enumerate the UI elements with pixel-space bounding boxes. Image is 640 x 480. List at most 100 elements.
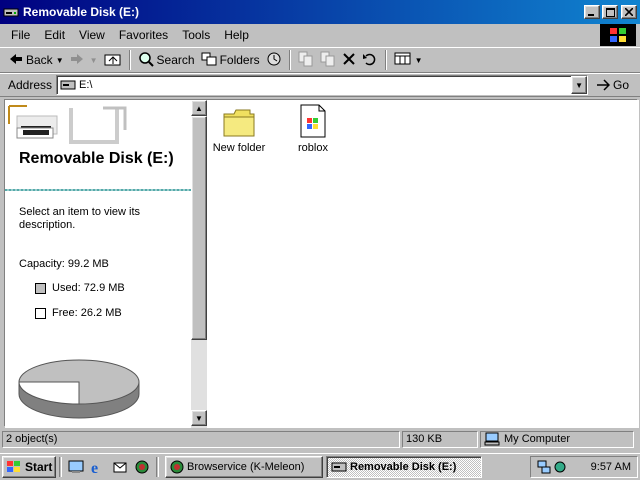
chevron-down-icon: ▼	[575, 80, 583, 90]
zone-label: My Computer	[504, 433, 571, 445]
copy-to-button[interactable]	[317, 49, 339, 71]
menu-tools[interactable]: Tools	[175, 28, 217, 42]
back-arrow-icon	[9, 53, 23, 68]
content-area: Removable Disk (E:) Select an item to vi…	[4, 99, 639, 428]
copy-to-icon	[320, 51, 336, 70]
go-arrow-icon	[596, 79, 611, 91]
used-legend: Used: 72.9 MB	[35, 282, 125, 294]
title-divider	[5, 189, 191, 191]
pane-description: Select an item to view its description.	[19, 206, 141, 231]
network-icon[interactable]	[537, 460, 551, 474]
scroll-up-arrow-icon: ▲	[195, 103, 203, 113]
delete-button[interactable]	[339, 49, 359, 71]
removable-disk-icon	[8, 105, 127, 144]
views-dropdown-icon[interactable]: ▼	[415, 56, 423, 65]
address-label: Address	[8, 78, 53, 92]
task-label: Browservice (K-Meleon)	[187, 461, 305, 473]
free-swatch	[35, 307, 46, 319]
history-icon	[266, 51, 282, 70]
task-label: Removable Disk (E:)	[350, 461, 457, 473]
minimize-button[interactable]	[584, 5, 600, 19]
taskbar: Start e Browservice (K-Meleon) Removable…	[0, 453, 640, 480]
task-browservice[interactable]: Browservice (K-Meleon)	[165, 456, 323, 478]
maximize-icon	[605, 7, 615, 17]
my-computer-icon	[484, 432, 500, 446]
back-label: Back	[26, 53, 53, 67]
info-pane: Removable Disk (E:) Select an item to vi…	[5, 100, 191, 428]
standard-toolbar: Back ▼ ▼ Search Folders ▼	[0, 47, 640, 73]
file-list: New folder roblox	[207, 100, 639, 428]
disk-usage-pie	[18, 359, 140, 419]
forward-button[interactable]: ▼	[67, 49, 101, 71]
menu-view[interactable]: View	[72, 28, 112, 42]
up-folder-button[interactable]	[101, 49, 125, 71]
forward-arrow-icon	[70, 53, 84, 68]
address-value: E:\	[79, 79, 93, 91]
scroll-down-button[interactable]: ▼	[191, 410, 207, 426]
menu-edit[interactable]: Edit	[37, 28, 72, 42]
document-icon	[281, 102, 345, 138]
close-button[interactable]	[621, 5, 637, 19]
scroll-thumb[interactable]	[191, 116, 207, 340]
back-button[interactable]: Back ▼	[6, 49, 67, 71]
svg-text:e: e	[91, 460, 98, 475]
file-name: New folder	[212, 142, 266, 154]
drive-icon	[60, 79, 76, 91]
forward-dropdown-icon[interactable]: ▼	[90, 56, 98, 65]
status-objects: 2 object(s)	[2, 430, 400, 448]
minimize-icon	[588, 14, 594, 16]
status-zone: My Computer	[480, 430, 634, 448]
capacity-text: Capacity: 99.2 MB	[19, 258, 109, 270]
vertical-scrollbar[interactable]: ▲ ▼	[191, 100, 207, 428]
close-icon	[625, 8, 633, 16]
history-button[interactable]	[263, 49, 285, 71]
back-dropdown-icon[interactable]: ▼	[56, 56, 64, 65]
folders-icon	[201, 52, 217, 69]
menu-favorites[interactable]: Favorites	[112, 28, 175, 42]
status-bar: 2 object(s) 130 KB My Computer	[0, 429, 640, 449]
status-size: 130 KB	[402, 430, 478, 448]
clock[interactable]: 9:57 AM	[591, 461, 631, 473]
outlook-express-icon[interactable]	[111, 458, 129, 476]
system-tray: 9:57 AM	[530, 456, 638, 478]
address-field[interactable]: E:\ ▼	[56, 75, 589, 95]
window-title: Removable Disk (E:)	[23, 5, 140, 19]
folders-button[interactable]: Folders	[198, 49, 263, 71]
maximize-button[interactable]	[602, 5, 618, 19]
views-button[interactable]: ▼	[391, 49, 426, 71]
undo-button[interactable]	[359, 49, 381, 71]
file-item-new-folder[interactable]: New folder	[207, 102, 271, 154]
undo-icon	[362, 52, 378, 69]
search-button[interactable]: Search	[135, 49, 198, 71]
file-item-roblox[interactable]: roblox	[281, 102, 345, 154]
browser-quicklaunch-icon[interactable]	[133, 458, 151, 476]
used-swatch	[35, 282, 46, 294]
internet-explorer-icon[interactable]: e	[89, 458, 107, 476]
address-dropdown-button[interactable]: ▼	[571, 76, 588, 94]
free-text: Free: 26.2 MB	[52, 307, 122, 319]
used-text: Used: 72.9 MB	[52, 282, 125, 294]
folder-icon	[207, 102, 271, 138]
move-to-button[interactable]	[295, 49, 317, 71]
drive-icon	[331, 461, 347, 473]
go-button[interactable]: Go	[596, 78, 629, 92]
menu-bar: File Edit View Favorites Tools Help	[0, 24, 640, 46]
windows-logo-icon	[600, 24, 636, 46]
start-button[interactable]: Start	[2, 456, 56, 478]
title-bar[interactable]: Removable Disk (E:)	[0, 0, 640, 24]
show-desktop-icon[interactable]	[67, 458, 85, 476]
views-icon	[394, 52, 412, 69]
volume-icon[interactable]	[553, 460, 567, 474]
windows-flag-icon	[6, 460, 22, 474]
menu-file[interactable]: File	[4, 28, 37, 42]
drive-icon	[3, 4, 19, 20]
quicklaunch-separator	[156, 457, 159, 477]
toolbar-separator	[384, 50, 387, 70]
menu-help[interactable]: Help	[217, 28, 256, 42]
folders-label: Folders	[219, 53, 260, 67]
file-name: roblox	[298, 142, 328, 154]
move-to-icon	[298, 51, 314, 70]
task-removable-disk[interactable]: Removable Disk (E:)	[326, 456, 482, 478]
pane-title: Removable Disk (E:)	[19, 150, 174, 167]
scroll-up-button[interactable]: ▲	[191, 100, 207, 116]
